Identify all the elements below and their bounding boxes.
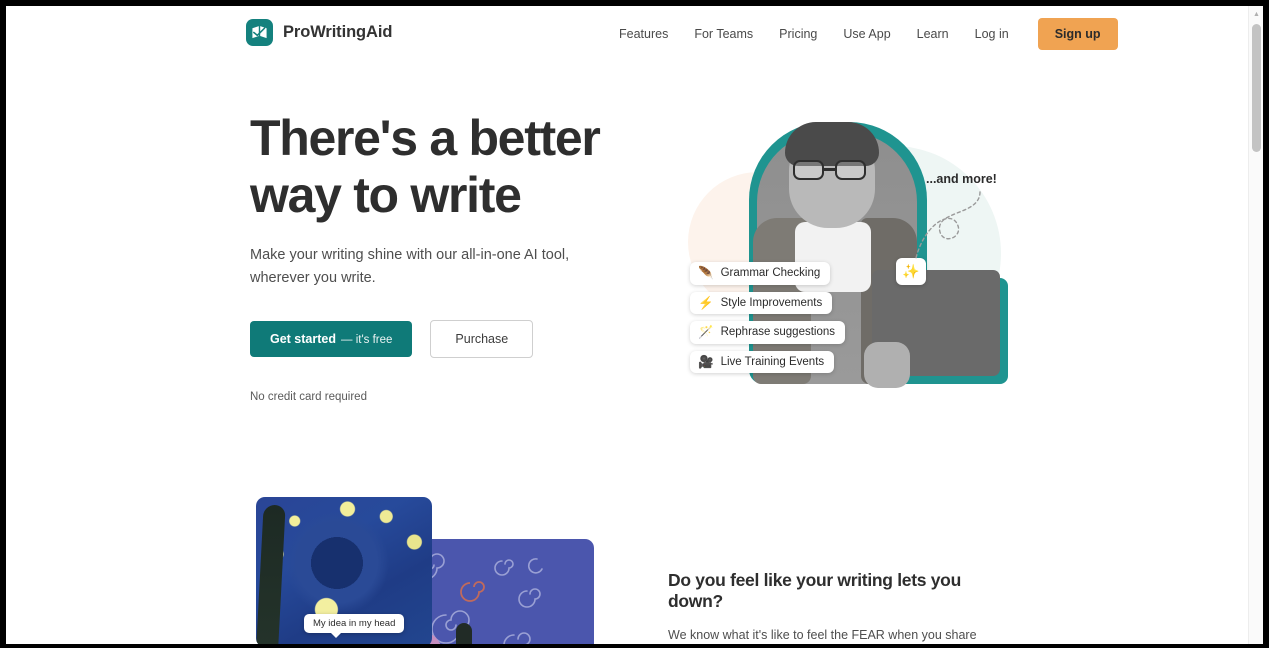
- site-header: ProWritingAid Features For Teams Pricing…: [6, 6, 1248, 62]
- vertical-scrollbar[interactable]: ▲: [1248, 6, 1263, 644]
- browser-frame: ProWritingAid Features For Teams Pricing…: [0, 0, 1269, 648]
- get-started-sublabel: — it's free: [341, 334, 393, 346]
- feature-chip-live-training-events[interactable]: 🎥 Live Training Events: [690, 350, 835, 373]
- scribble-board-shape: [404, 539, 594, 644]
- sign-up-button[interactable]: Sign up: [1037, 18, 1118, 50]
- feather-icon: 🪶: [698, 266, 714, 280]
- hero-illustration: 🪶 Grammar Checking ⚡ Style Improvements …: [668, 110, 1018, 450]
- brand-name: ProWritingAid: [283, 23, 393, 41]
- and-more-label: ...and more!: [926, 172, 997, 186]
- feature-chip-label: Grammar Checking: [720, 267, 821, 280]
- feature-chip-label: Style Improvements: [720, 296, 823, 309]
- section2-copy: Do you feel like your writing lets you d…: [668, 570, 1013, 644]
- starry-night-illustration: My idea in my head: [256, 497, 616, 644]
- page-content: ProWritingAid Features For Teams Pricing…: [6, 6, 1248, 644]
- section2-body: We know what it's like to feel the FEAR …: [668, 628, 977, 642]
- section2-title: Do you feel like your writing lets you d…: [668, 570, 961, 611]
- get-started-button[interactable]: Get started — it's free: [250, 321, 413, 357]
- no-credit-card-note: No credit card required: [250, 391, 367, 403]
- feature-chip-style-improvements[interactable]: ⚡ Style Improvements: [690, 291, 833, 314]
- hero-subtitle: Make your writing shine with our all-in-…: [250, 247, 570, 286]
- feature-chip-label: Rephrase suggestions: [720, 326, 836, 339]
- movie-camera-icon: 🎥: [698, 354, 714, 369]
- brand-logo[interactable]: ProWritingAid: [246, 19, 392, 46]
- magic-wand-icon: 🪄: [698, 325, 714, 339]
- page-viewport: ProWritingAid Features For Teams Pricing…: [6, 6, 1263, 644]
- feature-chip-list: 🪶 Grammar Checking ⚡ Style Improvements …: [690, 262, 880, 380]
- scroll-up-arrow-icon[interactable]: ▲: [1253, 11, 1260, 18]
- glasses-icon: [793, 160, 871, 180]
- hero-title: There's a better way to write: [250, 110, 650, 224]
- nav-link-for-teams[interactable]: For Teams: [681, 27, 766, 41]
- dotted-arrow-icon: [915, 191, 981, 259]
- get-started-label: Get started: [270, 332, 336, 346]
- lightning-icon: ⚡: [698, 295, 714, 310]
- hero-title-line-1: There's a better: [250, 110, 601, 166]
- nav-link-use-app[interactable]: Use App: [830, 27, 903, 41]
- scrollbar-thumb[interactable]: [1252, 24, 1261, 152]
- nav-link-features[interactable]: Features: [606, 27, 681, 41]
- book-check-logo-icon: [246, 19, 273, 46]
- nav-link-log-in[interactable]: Log in: [962, 27, 1022, 41]
- purchase-button[interactable]: Purchase: [430, 320, 534, 358]
- nav-link-pricing[interactable]: Pricing: [766, 27, 830, 41]
- feature-chip-label: Live Training Events: [720, 355, 825, 368]
- idea-tooltip: My idea in my head: [304, 614, 405, 638]
- feature-chip-grammar-checking[interactable]: 🪶 Grammar Checking: [690, 262, 831, 285]
- hero-copy: There's a better way to write Make your …: [250, 110, 650, 403]
- hero-cta-group: Get started — it's free Purchase: [250, 320, 650, 358]
- cypress-tree-shape: [256, 505, 286, 644]
- feature-chip-rephrase-suggestions[interactable]: 🪄 Rephrase suggestions: [690, 321, 846, 344]
- hero-title-line-2: way to write: [250, 167, 522, 223]
- nav-link-learn[interactable]: Learn: [904, 27, 962, 41]
- cypress-tree-shape-2: [456, 623, 472, 644]
- hero-section: There's a better way to write Make your …: [6, 62, 1248, 492]
- writing-lets-you-down-section: My idea in my head Do you feel like your…: [6, 492, 1248, 644]
- main-nav: Features For Teams Pricing Use App Learn…: [606, 6, 1118, 62]
